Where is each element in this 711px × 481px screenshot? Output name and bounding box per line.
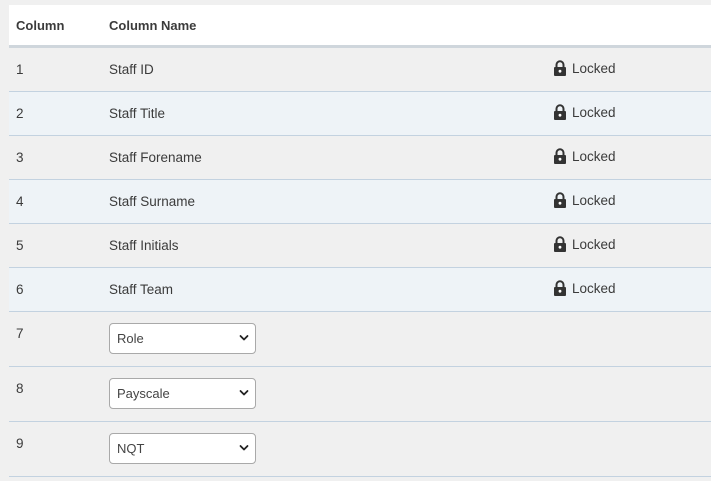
row-column-name: Staff Title	[109, 106, 166, 121]
table-row: 4 Staff Surname Locked	[9, 180, 711, 224]
page: Column Column Name 1 Staff ID Locked 2 S…	[0, 0, 711, 481]
chevron-down-icon	[239, 445, 249, 451]
table-row: 6 Staff Team Locked	[9, 268, 711, 312]
row-number: 4	[16, 194, 24, 209]
status-locked-label: Locked	[572, 280, 616, 296]
table-row: 8 Payscale	[9, 367, 711, 422]
status-locked-label: Locked	[572, 236, 616, 252]
row-number: 6	[16, 282, 24, 297]
lock-icon	[554, 148, 566, 164]
row-status: Locked	[549, 192, 711, 211]
row-column-name: Staff Team	[109, 282, 174, 297]
row-number: 1	[16, 62, 24, 77]
row-column-select-cell: NQT	[109, 422, 549, 464]
header-column: Column	[16, 17, 65, 33]
column-select-dropdown[interactable]: Payscale	[109, 378, 256, 409]
row-status: Locked	[549, 148, 711, 167]
row-number: 7	[16, 326, 24, 341]
row-column-select-cell: Payscale	[109, 367, 549, 409]
lock-icon	[554, 236, 566, 252]
lock-icon	[554, 60, 566, 76]
lock-icon	[554, 104, 566, 120]
table-row: 9 NQT	[9, 422, 711, 477]
dropdown-selected-value: Payscale	[117, 386, 170, 401]
chevron-down-icon	[239, 335, 249, 341]
header-column-name: Column Name	[109, 17, 197, 33]
dropdown-selected-value: NQT	[117, 441, 145, 456]
dropdown-selected-value: Role	[117, 331, 144, 346]
row-number: 2	[16, 106, 24, 121]
table-row: 2 Staff Title Locked	[9, 92, 711, 136]
lock-icon	[554, 280, 566, 296]
table-row: 7 Role	[9, 312, 711, 367]
row-number: 5	[16, 238, 24, 253]
row-status: Locked	[549, 236, 711, 255]
row-column-name: Staff ID	[109, 62, 154, 77]
status-locked-label: Locked	[572, 60, 616, 76]
lock-icon	[554, 192, 566, 208]
chevron-down-icon	[239, 390, 249, 396]
row-status: Locked	[549, 60, 711, 79]
row-column-name: Staff Initials	[109, 238, 179, 253]
table-row: 1 Staff ID Locked	[9, 48, 711, 92]
column-select-dropdown[interactable]: NQT	[109, 433, 256, 464]
row-number: 8	[16, 381, 24, 396]
row-column-select-cell: Role	[109, 312, 549, 354]
row-status: Locked	[549, 104, 711, 123]
status-locked-label: Locked	[572, 104, 616, 120]
row-column-name: Staff Surname	[109, 194, 196, 209]
status-locked-label: Locked	[572, 148, 616, 164]
row-column-name: Staff Forename	[109, 150, 202, 165]
column-mapping-table: Column Column Name 1 Staff ID Locked 2 S…	[9, 5, 711, 477]
row-number: 9	[16, 436, 24, 451]
table-header: Column Column Name	[9, 5, 711, 48]
table-row: 3 Staff Forename Locked	[9, 136, 711, 180]
column-select-dropdown[interactable]: Role	[109, 323, 256, 354]
row-status: Locked	[549, 280, 711, 299]
row-number: 3	[16, 150, 24, 165]
table-row: 5 Staff Initials Locked	[9, 224, 711, 268]
status-locked-label: Locked	[572, 192, 616, 208]
